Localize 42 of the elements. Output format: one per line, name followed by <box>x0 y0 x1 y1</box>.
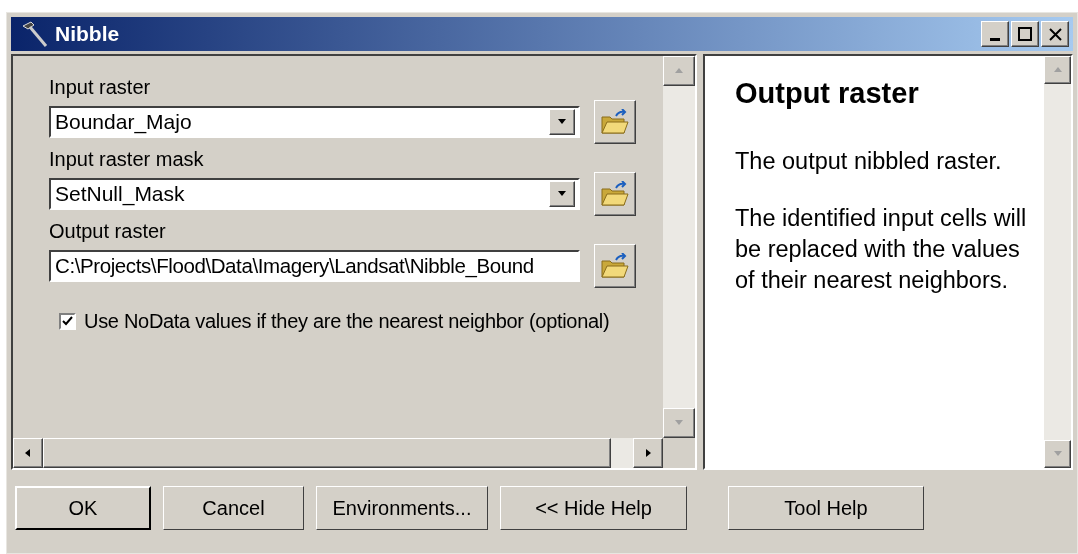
dropdown-field[interactable]: Boundar_Majo <box>49 106 580 138</box>
minimize-button[interactable] <box>981 21 1009 47</box>
dialog-button[interactable]: Cancel <box>163 486 304 530</box>
help-text: The output nibbled raster. <box>735 146 1003 176</box>
maximize-icon <box>1018 27 1032 41</box>
vertical-scrollbar[interactable] <box>1044 56 1071 468</box>
dialog-button[interactable]: << Hide Help <box>500 486 687 530</box>
scroll-down-button[interactable] <box>663 408 695 438</box>
dropdown-field[interactable]: SetNull_Mask <box>49 178 580 210</box>
scroll-right-icon <box>643 448 653 458</box>
scroll-left-icon <box>23 448 33 458</box>
browse-button[interactable] <box>594 172 636 216</box>
open-folder-icon <box>600 181 630 207</box>
dialog-button[interactable]: OK <box>15 486 151 530</box>
browse-button[interactable] <box>594 100 636 144</box>
scroll-up-button[interactable] <box>1044 56 1071 84</box>
open-folder-icon <box>600 253 630 279</box>
input-field[interactable]: C:\Projects\Flood\Data\Imagery\Landsat\Nibble_Bound <box>49 250 580 282</box>
dialog-button[interactable]: Environments... <box>316 486 488 530</box>
dialog-button[interactable]: Tool Help <box>728 486 924 530</box>
help-title: Output raster <box>735 76 920 111</box>
close-icon <box>1048 27 1062 41</box>
vertical-scrollbar[interactable] <box>663 56 695 438</box>
close-button[interactable] <box>1041 21 1069 47</box>
browse-button[interactable] <box>594 244 636 288</box>
maximize-button[interactable] <box>1011 21 1039 47</box>
checkbox[interactable] <box>59 312 76 330</box>
field-label: Output raster <box>49 219 167 244</box>
minimize-icon <box>990 37 1000 41</box>
scroll-left-button[interactable] <box>13 438 43 468</box>
scroll-up-button[interactable] <box>663 56 695 86</box>
help-text: The identified input cells will be replaced with the values of their nearest neighbors. <box>735 203 1028 295</box>
window-title: Nibble <box>55 21 120 48</box>
checkbox-label: Use NoData values if they are the nearest neighbor (optional) <box>84 309 610 334</box>
scroll-down-button[interactable] <box>1044 440 1071 468</box>
scroll-up-icon <box>1052 65 1063 75</box>
check-icon <box>62 316 73 326</box>
scroll-right-button[interactable] <box>633 438 663 468</box>
field-label: Input raster <box>49 75 152 100</box>
field-label: Input raster mask <box>49 147 205 172</box>
open-folder-icon <box>600 109 630 135</box>
scroll-up-icon <box>674 66 684 76</box>
